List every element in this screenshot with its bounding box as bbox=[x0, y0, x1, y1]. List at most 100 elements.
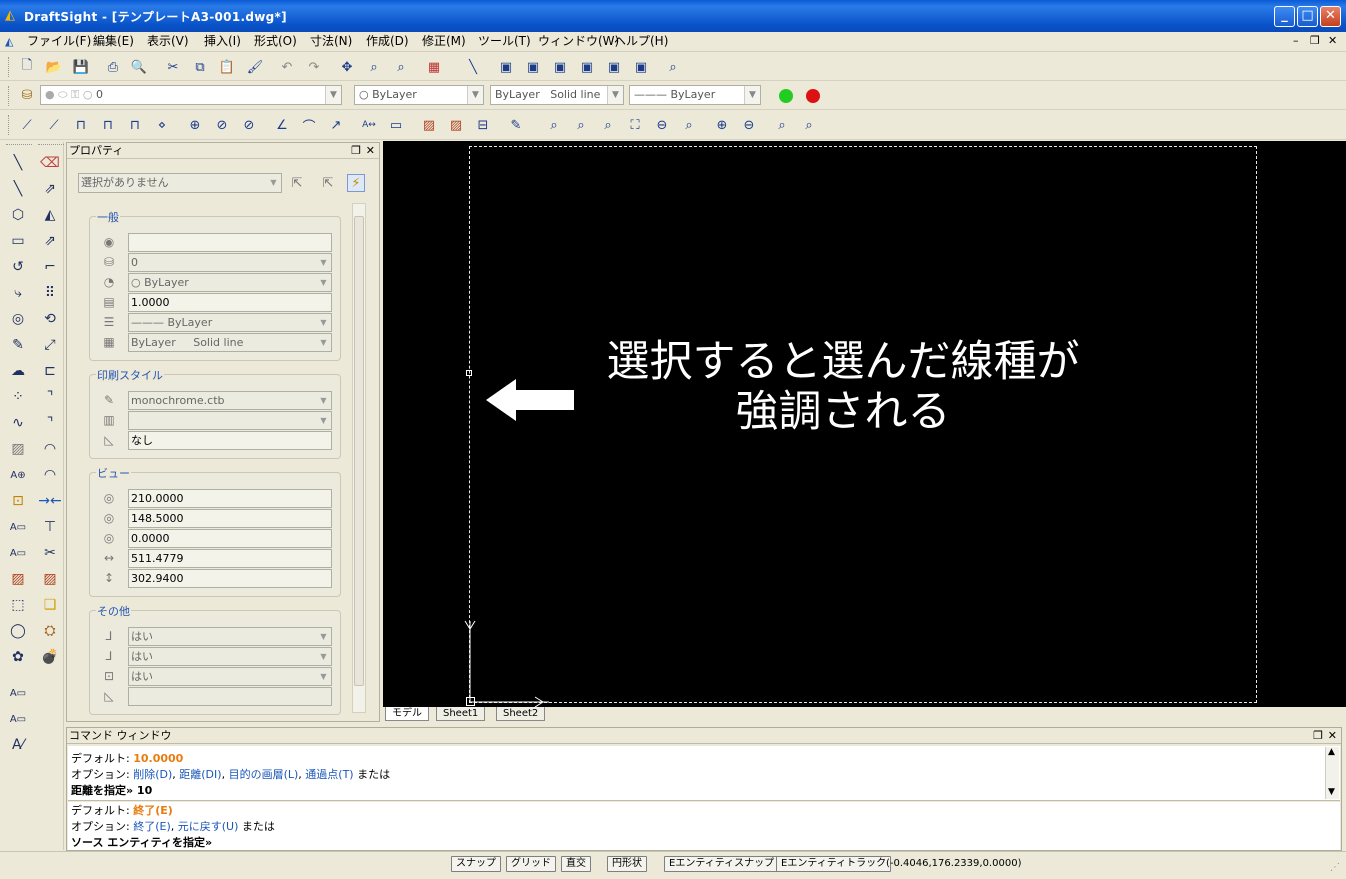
menu-window[interactable]: ウィンドウ(W) bbox=[538, 34, 619, 49]
hatch-icon[interactable]: ▨ bbox=[420, 116, 438, 134]
dim-continue-icon[interactable]: ⊓ bbox=[99, 116, 117, 134]
toolbar-grip[interactable] bbox=[6, 144, 32, 147]
join-icon[interactable]: →← bbox=[38, 490, 61, 512]
command-prompt[interactable]: ソース エンティティを指定» bbox=[71, 835, 212, 850]
polyline-icon[interactable]: ⤷ bbox=[7, 282, 29, 304]
selection-combo[interactable]: 選択がありません ▼ bbox=[78, 173, 282, 193]
line-icon[interactable]: ╲ bbox=[7, 152, 29, 174]
redo-icon[interactable]: ↷ bbox=[305, 58, 323, 76]
edit-icon[interactable]: ✎ bbox=[507, 116, 525, 134]
menu-modify[interactable]: 修正(M) bbox=[422, 34, 466, 49]
edit-hatch-icon[interactable]: ▨ bbox=[39, 568, 61, 590]
layer-color-icon[interactable]: ▦ bbox=[425, 58, 443, 76]
offset-icon[interactable]: ⇗ bbox=[39, 230, 61, 252]
menu-format[interactable]: 形式(O) bbox=[254, 34, 297, 49]
zoom-out-icon[interactable]: ⊖ bbox=[740, 116, 758, 134]
maximize-button[interactable]: □ bbox=[1297, 6, 1318, 27]
zoom-object-icon[interactable]: ⊖ bbox=[653, 116, 671, 134]
menu-view[interactable]: 表示(V) bbox=[147, 34, 189, 49]
cut-icon[interactable]: ✂ bbox=[164, 58, 182, 76]
menu-help[interactable]: ヘルプ(H) bbox=[614, 34, 668, 49]
stretch-icon[interactable]: ⊏ bbox=[39, 360, 61, 382]
zoom-extents-icon[interactable]: ⌕ bbox=[800, 116, 818, 134]
grid-button[interactable]: グリッド bbox=[506, 856, 556, 872]
spline-icon[interactable]: ✎ bbox=[7, 334, 29, 356]
rectangle-icon[interactable]: ▭ bbox=[7, 230, 29, 252]
command-input-area[interactable]: デフォルト: 終了(E) オプション: 終了(E), 元に戻す(U) または ソ… bbox=[68, 802, 1340, 850]
dim-linear-icon[interactable]: ⟋ bbox=[18, 116, 36, 134]
grip-point[interactable] bbox=[466, 370, 472, 376]
attribute-icon[interactable]: A⊕ bbox=[7, 464, 29, 486]
print-preview-icon[interactable]: 🔍 bbox=[130, 58, 148, 76]
tab-sheet2[interactable]: Sheet2 bbox=[496, 707, 546, 721]
note-icon[interactable]: A▭ bbox=[7, 516, 29, 538]
linestyle-combo[interactable]: ByLayer Solid line ▼ bbox=[490, 85, 624, 105]
toolbar-grip[interactable] bbox=[8, 57, 11, 77]
point-icon[interactable]: ⁘ bbox=[7, 386, 29, 408]
print-table-field[interactable]: monochrome.ctb ▼ bbox=[128, 391, 332, 410]
copy-icon[interactable]: ⧉ bbox=[191, 58, 209, 76]
menu-draw[interactable]: 作成(D) bbox=[366, 34, 409, 49]
view-back-icon[interactable]: ▣ bbox=[524, 58, 542, 76]
freehand-icon[interactable]: ∿ bbox=[7, 412, 29, 434]
hatch-fill-icon[interactable]: ▨ bbox=[7, 438, 29, 460]
close-panel-icon[interactable]: ✕ bbox=[366, 143, 375, 158]
linestyle-field[interactable]: ByLayer Solid line ▼ bbox=[128, 333, 332, 352]
explode-cut-icon[interactable]: ✂ bbox=[39, 542, 61, 564]
pan-icon[interactable]: ✥ bbox=[338, 58, 356, 76]
document-icon[interactable]: ◭ bbox=[5, 34, 13, 49]
eraser-icon[interactable]: ⌫ bbox=[39, 152, 61, 174]
zoom-realtime-icon[interactable]: ⌕ bbox=[365, 58, 383, 76]
mtext-icon[interactable]: A▭ bbox=[7, 708, 29, 730]
spell-check-icon[interactable]: A⁄ bbox=[7, 734, 29, 756]
doc-restore-button[interactable]: ❐ bbox=[1310, 34, 1320, 47]
select-entities-icon[interactable]: ⇱ bbox=[288, 174, 306, 192]
color-combo[interactable]: ○ ByLayer ▼ bbox=[354, 85, 484, 105]
dim-tolerance-icon[interactable]: ▭ bbox=[387, 116, 405, 134]
center-x-field[interactable]: 210.0000 bbox=[128, 489, 332, 508]
save-icon[interactable]: 💾 bbox=[72, 58, 90, 76]
mirror-icon[interactable]: ◭ bbox=[39, 204, 61, 226]
ucs-viewport-field[interactable]: はい ▼ bbox=[128, 667, 332, 686]
ucs-icon-field[interactable]: はい ▼ bbox=[128, 627, 332, 646]
polar-button[interactable]: 円形状 bbox=[607, 856, 647, 872]
trim-icon[interactable]: ⌐ bbox=[39, 256, 61, 278]
infinite-line-icon[interactable]: ╲ bbox=[7, 178, 29, 200]
red-status-icon[interactable] bbox=[806, 89, 820, 103]
float-icon[interactable]: ❐ bbox=[1313, 728, 1323, 743]
rotate-icon[interactable]: ⟲ bbox=[39, 308, 61, 330]
tab-model[interactable]: モデル bbox=[385, 707, 429, 721]
split-icon[interactable]: ⊤ bbox=[39, 516, 61, 538]
view-bottom-icon[interactable]: ▣ bbox=[632, 58, 650, 76]
lengthen-icon[interactable]: ⌝ bbox=[39, 412, 61, 434]
dim-baseline-icon[interactable]: ⊓ bbox=[72, 116, 90, 134]
menu-tools[interactable]: ツール(T) bbox=[478, 34, 531, 49]
drawing-canvas[interactable]: 選択すると選んだ線種が 強調される bbox=[383, 141, 1346, 707]
quick-select-icon[interactable]: ⇱ bbox=[319, 174, 337, 192]
toolbar-grip[interactable] bbox=[38, 144, 64, 147]
dim-chain-icon[interactable]: ⋄ bbox=[153, 116, 171, 134]
dim-arc-icon[interactable]: ⌒ bbox=[300, 116, 318, 135]
dim-radius-icon[interactable]: ⊘ bbox=[240, 116, 258, 134]
doc-close-button[interactable]: ✕ bbox=[1328, 34, 1337, 47]
center-z-field[interactable]: 0.0000 bbox=[128, 529, 332, 548]
edit-polyline-icon[interactable]: ⛭ bbox=[39, 620, 61, 642]
command-history[interactable]: デフォルト: 10.0000 オプション: 削除(D), 距離(DI), 目的の… bbox=[68, 746, 1340, 801]
command-scrollbar[interactable]: ▲ ▼ bbox=[1325, 747, 1339, 799]
menu-file[interactable]: ファイル(F) bbox=[27, 34, 91, 49]
shape-icon[interactable]: ✿ bbox=[7, 646, 29, 668]
block-icon[interactable]: ⊟ bbox=[474, 116, 492, 134]
dim-ordinate-icon[interactable]: ⊓ bbox=[126, 116, 144, 134]
plot-field[interactable]: なし bbox=[128, 431, 332, 450]
chamfer-icon[interactable]: ◠ bbox=[39, 464, 61, 486]
zoom-all-icon[interactable]: ⌕ bbox=[680, 116, 698, 134]
layer-combo[interactable]: ● ⬭ ⚿ ○ 0 ▼ bbox=[40, 85, 342, 105]
hatch-edit-icon[interactable]: ▨ bbox=[447, 116, 465, 134]
tab-sheet1[interactable]: Sheet1 bbox=[436, 707, 486, 721]
float-icon[interactable]: ❐ bbox=[351, 143, 361, 158]
view-top-icon[interactable]: ▣ bbox=[605, 58, 623, 76]
view-left-icon[interactable]: ▣ bbox=[551, 58, 569, 76]
print-style-field[interactable]: ▼ bbox=[128, 411, 332, 430]
linescale-field[interactable]: 1.0000 bbox=[128, 293, 332, 312]
print-icon[interactable]: ⎙ bbox=[104, 58, 122, 76]
